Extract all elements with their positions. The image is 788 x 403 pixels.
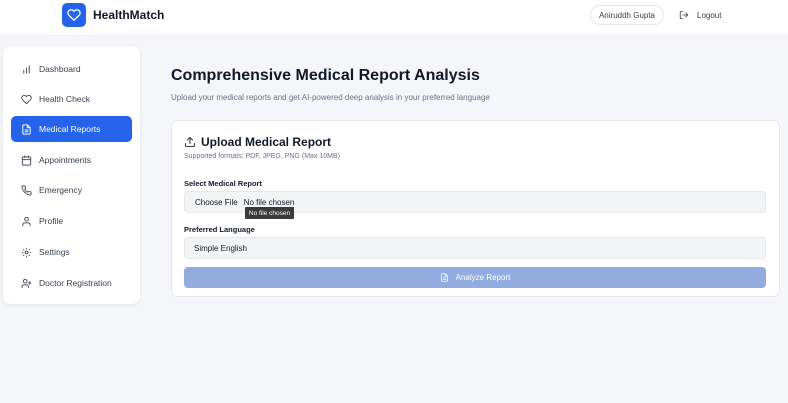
logout-button[interactable]: Logout bbox=[679, 5, 721, 25]
calendar-icon bbox=[19, 153, 33, 167]
sidebar-item-label: Health Check bbox=[39, 94, 91, 104]
sidebar: Dashboard Health Check Medical Reports A… bbox=[3, 46, 140, 304]
heart-icon bbox=[67, 9, 81, 21]
no-file-text: No file chosen bbox=[243, 197, 295, 207]
logout-label: Logout bbox=[697, 10, 722, 20]
language-select[interactable]: Simple English bbox=[184, 237, 766, 259]
gear-icon bbox=[19, 245, 33, 259]
sidebar-item-doctor-registration[interactable]: Doctor Registration bbox=[11, 270, 132, 296]
sidebar-item-medical-reports[interactable]: Medical Reports bbox=[11, 116, 132, 142]
sidebar-item-label: Settings bbox=[39, 247, 70, 257]
heart-icon bbox=[19, 92, 33, 106]
user-name-button[interactable]: Aniruddh Gupta bbox=[590, 5, 664, 25]
page-subtitle: Upload your medical reports and get AI-p… bbox=[171, 93, 490, 102]
sidebar-item-label: Emergency bbox=[39, 185, 82, 195]
analyze-label: Analyze Report bbox=[455, 273, 511, 282]
bar-chart-icon bbox=[19, 62, 33, 76]
app-logo[interactable] bbox=[62, 3, 86, 27]
document-icon bbox=[440, 273, 448, 282]
user-icon bbox=[19, 214, 33, 228]
top-header: HealthMatch Aniruddh Gupta Logout bbox=[0, 0, 788, 36]
user-plus-icon bbox=[19, 276, 33, 290]
phone-icon bbox=[19, 183, 33, 197]
choose-file-button[interactable]: Choose File bbox=[195, 198, 238, 207]
sidebar-item-profile[interactable]: Profile bbox=[11, 208, 132, 234]
sidebar-item-health-check[interactable]: Health Check bbox=[11, 86, 132, 112]
language-value: Simple English bbox=[194, 243, 247, 253]
document-icon bbox=[19, 122, 33, 136]
sidebar-item-dashboard[interactable]: Dashboard bbox=[11, 56, 132, 82]
sidebar-item-settings[interactable]: Settings bbox=[11, 239, 132, 265]
sidebar-item-label: Medical Reports bbox=[39, 124, 101, 134]
card-title: Upload Medical Report bbox=[184, 135, 331, 149]
sidebar-item-emergency[interactable]: Emergency bbox=[11, 177, 132, 203]
language-field-label: Preferred Language bbox=[184, 225, 255, 234]
file-tooltip: No file chosen bbox=[245, 207, 294, 219]
sidebar-item-label: Appointments bbox=[39, 155, 91, 165]
upload-icon bbox=[184, 136, 196, 148]
file-field-label: Select Medical Report bbox=[184, 179, 262, 188]
sidebar-item-label: Doctor Registration bbox=[39, 278, 112, 288]
sidebar-item-label: Dashboard bbox=[39, 64, 81, 74]
card-title-text: Upload Medical Report bbox=[201, 135, 332, 149]
sidebar-item-appointments[interactable]: Appointments bbox=[11, 147, 132, 173]
sidebar-item-label: Profile bbox=[39, 216, 64, 226]
app-name: HealthMatch bbox=[93, 8, 165, 22]
page-title: Comprehensive Medical Report Analysis bbox=[171, 67, 480, 84]
supported-formats: Supported formats: PDF, JPEG, PNG (Max 1… bbox=[184, 153, 340, 160]
logout-icon bbox=[679, 10, 689, 20]
analyze-report-button[interactable]: Analyze Report bbox=[184, 267, 766, 288]
